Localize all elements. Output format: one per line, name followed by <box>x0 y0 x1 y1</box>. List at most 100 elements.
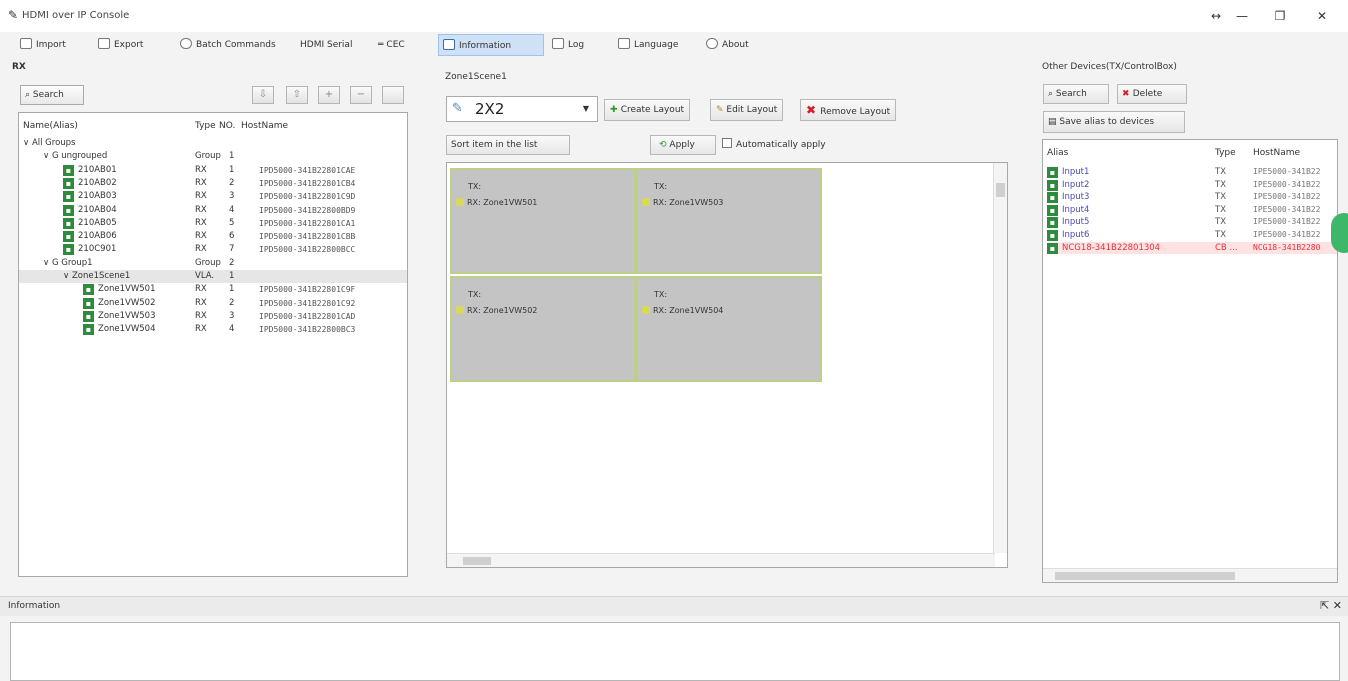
close-button[interactable]: ✕ <box>1308 6 1336 26</box>
auto-apply-checkbox[interactable]: Automatically apply <box>722 138 826 150</box>
devices-search-button[interactable]: ⌕ Search <box>1043 84 1109 104</box>
tree-row-name: ▪ 210AB04 <box>63 204 117 217</box>
language-icon <box>618 38 630 49</box>
tree-row-host: IPD5000-341B22801C92 <box>259 298 356 308</box>
tree-row[interactable]: ▪ Zone1VW504 RX 4 IPD5000-341B22800BC3 <box>19 323 407 336</box>
blank-button[interactable] <box>382 86 404 104</box>
sort-items-button[interactable]: Sort item in the list <box>446 135 570 155</box>
apply-icon: ⟲ <box>659 140 670 150</box>
tree-row[interactable]: ▪ 210AB02 RX 2 IPD5000-341B22801CB4 <box>19 177 407 190</box>
tree-row[interactable]: ∨ G Group1 Group 2 <box>19 257 407 270</box>
column-header-no: NO. <box>219 121 236 131</box>
tree-row[interactable]: ▪ 210AB01 RX 1 IPD5000-341B22801CAE <box>19 164 407 177</box>
tree-row[interactable]: ▪ 210AB04 RX 4 IPD5000-341B22800BD9 <box>19 204 407 217</box>
rx-search-button[interactable]: ⌕ Search <box>20 85 84 105</box>
video-wall-zone[interactable]: TX: RX: Zone1VW502 <box>450 276 636 382</box>
maximize-button[interactable]: ❐ <box>1266 6 1294 26</box>
video-wall-zone[interactable]: TX: RX: Zone1VW503 <box>636 168 822 274</box>
video-wall-zone[interactable]: TX: RX: Zone1VW501 <box>450 168 636 274</box>
information-text-area[interactable] <box>10 622 1340 681</box>
device-type: TX <box>1215 179 1227 190</box>
horizontal-scrollbar[interactable] <box>1043 568 1337 582</box>
move-up-button[interactable]: ⇧ <box>286 86 308 104</box>
expand-chevron-icon[interactable]: ∨ <box>43 258 52 268</box>
hdmi-serial-button[interactable]: HDMI Serial <box>296 34 356 56</box>
device-icon: ▪ <box>63 177 74 189</box>
tree-row[interactable]: ▪ 210C901 RX 7 IPD5000-341B22800BCC <box>19 243 407 256</box>
move-down-button[interactable]: ⇩ <box>252 86 274 104</box>
scrollbar-thumb[interactable] <box>463 557 491 565</box>
about-button[interactable]: About <box>702 34 753 56</box>
zone-rx-label: RX: Zone1VW501 <box>456 198 537 207</box>
device-icon: ▪ <box>1047 230 1058 241</box>
device-hostname: IPE5000-341B22 <box>1253 230 1321 239</box>
device-row[interactable]: ▪ NCG18-341B22801304 CB ... NCG18-341B2280 <box>1047 241 1337 254</box>
tree-row[interactable]: ▪ 210AB05 RX 5 IPD5000-341B22801CA1 <box>19 217 407 230</box>
layout-select[interactable]: ✎ 2X2 ▼ <box>446 96 598 122</box>
tree-row-no: 2 <box>229 257 235 268</box>
tree-row-no: 7 <box>229 244 235 255</box>
expand-chevron-icon[interactable]: ∨ <box>63 271 72 281</box>
save-alias-button[interactable]: ▤ Save alias to devices <box>1043 111 1185 133</box>
edit-layout-button[interactable]: ✎ Edit Layout <box>710 99 784 121</box>
scrollbar-thumb[interactable] <box>996 183 1005 197</box>
batch-commands-button[interactable]: Batch Commands <box>176 34 280 56</box>
tree-row[interactable]: ▪ Zone1VW503 RX 3 IPD5000-341B22801CAD <box>19 310 407 323</box>
tree-row-type: RX <box>195 310 207 321</box>
expand-chevron-icon[interactable]: ∨ <box>23 138 32 148</box>
device-hostname: NCG18-341B2280 <box>1253 242 1321 252</box>
device-row[interactable]: ▪ Input1 TX IPE5000-341B22 <box>1047 166 1337 178</box>
apply-button[interactable]: ⟲ Apply <box>650 135 716 155</box>
tree-row-name: ▪ Zone1VW503 <box>83 310 156 323</box>
device-row[interactable]: ▪ Input6 TX IPE5000-341B22 <box>1047 229 1337 241</box>
tree-row-host: IPD5000-341B22801C9D <box>259 192 356 202</box>
log-button[interactable]: Log <box>548 34 588 56</box>
tree-row-no: 1 <box>229 164 235 175</box>
device-hostname: IPE5000-341B22 <box>1253 204 1321 214</box>
display-icon <box>456 198 464 206</box>
device-row[interactable]: ▪ Input4 TX IPE5000-341B22 <box>1047 204 1337 216</box>
remove-button[interactable]: − <box>350 86 372 104</box>
tree-row[interactable]: ▪ Zone1VW501 RX 1 IPD5000-341B22801C9F <box>19 283 407 296</box>
remove-layout-button[interactable]: ✖ Remove Layout <box>800 99 897 121</box>
zone-tx-label: TX: <box>468 290 482 299</box>
panel-float-close-icons[interactable]: ⇱ ✕ <box>1320 599 1342 612</box>
tree-row[interactable]: ▪ 210AB03 RX 3 IPD5000-341B22801C9D <box>19 190 407 203</box>
device-row[interactable]: ▪ Input5 TX IPE5000-341B22 <box>1047 216 1337 229</box>
tree-row[interactable]: ∨ G ungrouped Group 1 <box>19 150 407 163</box>
language-button[interactable]: Language <box>614 34 682 56</box>
tree-row-label: Zone1VW502 <box>98 297 156 308</box>
column-header-type: Type <box>195 121 216 131</box>
video-wall-zone[interactable]: TX: RX: Zone1VW504 <box>636 276 822 382</box>
expand-chevron-icon[interactable]: ∨ <box>43 151 52 161</box>
tree-row-type: RX <box>195 217 207 228</box>
export-button[interactable]: Export <box>94 34 147 56</box>
tree-row-name: ▪ 210AB02 <box>63 177 117 190</box>
toolbar: Import Export Batch Commands HDMI Serial… <box>0 32 1348 58</box>
tree-row-label: G ungrouped <box>51 151 108 162</box>
tree-row[interactable]: ∨ All Groups <box>19 137 407 150</box>
rx-tree: Name(Alias) Type NO. HostName ∨ All Grou… <box>18 112 408 577</box>
import-button[interactable]: Import <box>16 34 70 56</box>
tree-row[interactable]: ▪ Zone1VW502 RX 2 IPD5000-341B22801C92 <box>19 297 407 310</box>
create-layout-button[interactable]: ✚ Create Layout <box>604 99 691 121</box>
scene-heading: Zone1Scene1 <box>445 72 507 82</box>
device-row[interactable]: ▪ Input3 TX IPE5000-341B22 <box>1047 191 1337 204</box>
vertical-scrollbar[interactable] <box>993 163 1007 553</box>
add-button[interactable]: + <box>318 86 340 104</box>
floating-widget[interactable] <box>1331 213 1348 253</box>
tree-row[interactable]: ∨ Zone1Scene1 VLA. 1 <box>19 270 407 283</box>
device-row[interactable]: ▪ Input2 TX IPE5000-341B22 <box>1047 179 1337 191</box>
zone-rx-label: RX: Zone1VW504 <box>642 306 723 315</box>
scrollbar-thumb[interactable] <box>1055 572 1235 580</box>
horizontal-scrollbar[interactable] <box>447 553 995 567</box>
delete-button[interactable]: ✖ Delete <box>1117 84 1187 104</box>
checkbox-box[interactable] <box>722 138 732 148</box>
restore-size-icon[interactable]: ↔ <box>1202 6 1230 26</box>
minimize-button[interactable]: — <box>1228 6 1256 26</box>
device-type: CB ... <box>1215 242 1238 253</box>
cec-button[interactable]: ═ CEC <box>374 34 409 56</box>
information-button[interactable]: Information <box>438 34 544 56</box>
chevron-down-icon: ▼ <box>582 104 589 113</box>
tree-row[interactable]: ▪ 210AB06 RX 6 IPD5000-341B22801CBB <box>19 230 407 243</box>
